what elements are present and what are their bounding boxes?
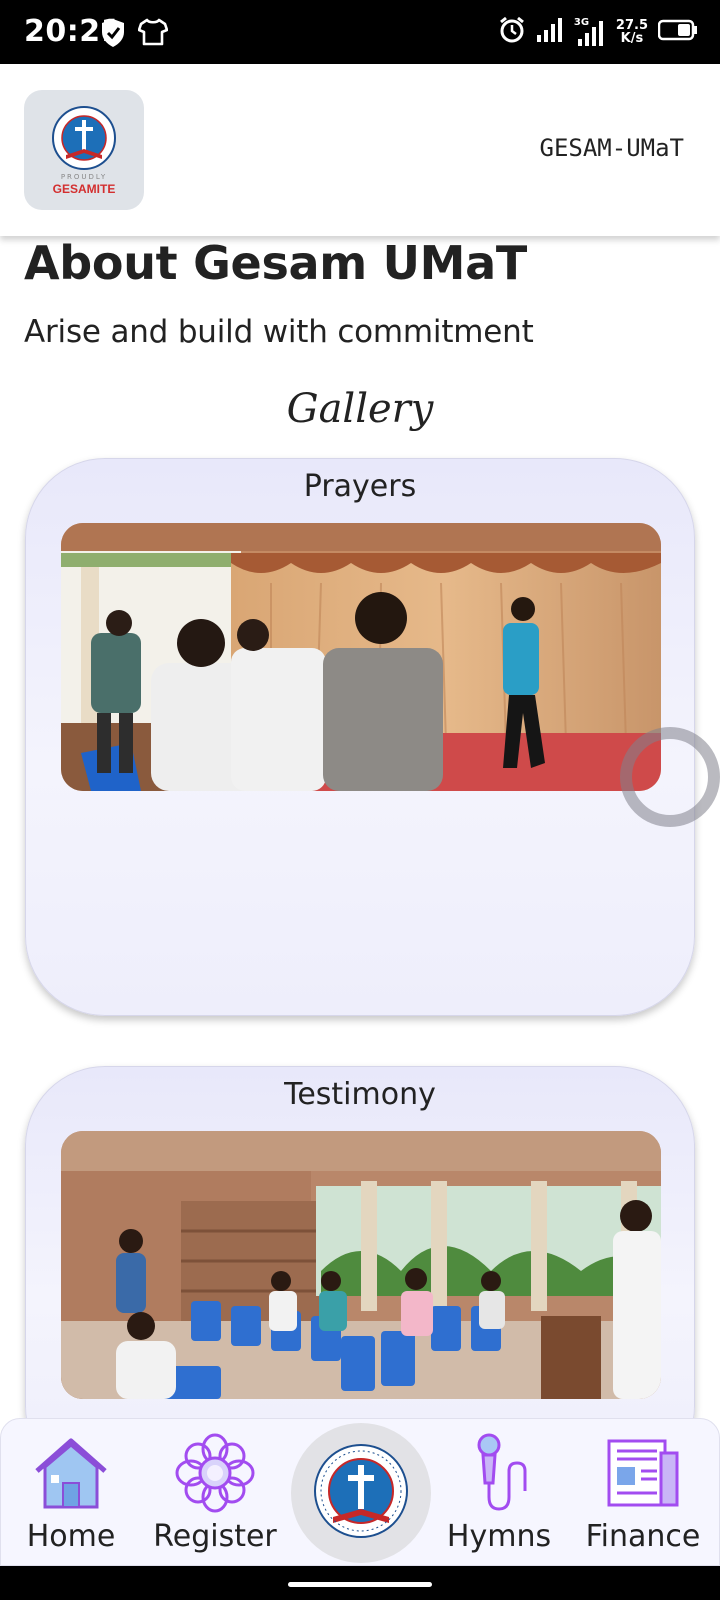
bottom-nav: Home Register Hymns Finance [0, 1418, 720, 1566]
gesam-logo-icon [313, 1443, 409, 1544]
nav-item-finance[interactable]: Finance [573, 1419, 713, 1567]
about-title: About Gesam UMaT [24, 236, 527, 290]
shield-check-icon [100, 18, 126, 53]
nav-label-hymns: Hymns [446, 1519, 552, 1554]
app-bar: PROUDLY GESAMITE GESAM-UMaT [0, 64, 720, 236]
nav-item-register[interactable]: Register [145, 1419, 285, 1567]
network-type-label: 3G [573, 17, 590, 28]
microphone-icon [457, 1431, 541, 1515]
card-title: Testimony [284, 1077, 436, 1112]
gallery-title: Gallery [286, 386, 434, 432]
nav-item-home[interactable]: Home [1, 1419, 141, 1567]
signal-icon [536, 17, 564, 48]
home-gesture-pill[interactable] [288, 1582, 432, 1587]
app-title: GESAM-UMaT [539, 134, 685, 162]
alarm-icon [498, 16, 526, 49]
testimony-photo[interactable] [61, 1131, 661, 1399]
app-logo[interactable]: PROUDLY GESAMITE [24, 90, 144, 210]
touch-indicator [620, 727, 720, 827]
testimony-photo-image [61, 1131, 661, 1399]
prayers-photo[interactable] [61, 523, 661, 791]
signal-3g-icon: 3G [574, 17, 606, 47]
status-right-group: 3G 27.5 K/s [498, 14, 698, 50]
logo-caption: GESAMITE [52, 181, 116, 196]
status-bar: 20:21 3G 27.5 K/s [0, 0, 720, 64]
prayers-photo-image [61, 523, 661, 791]
nav-label-home: Home [26, 1519, 116, 1554]
gallery-card-prayers[interactable]: Prayers [25, 458, 695, 1016]
home-icon [29, 1431, 113, 1515]
logo-caption-top: PROUDLY [60, 172, 108, 181]
newspaper-icon [601, 1431, 685, 1515]
network-speed: 27.5 K/s [616, 19, 648, 45]
tshirt-icon [137, 18, 169, 51]
nav-label-finance: Finance [585, 1519, 701, 1554]
register-flower-icon [173, 1431, 257, 1515]
nav-item-hymns[interactable]: Hymns [429, 1419, 569, 1567]
about-subtitle: Arise and build with commitment [24, 314, 534, 350]
gesam-emblem-icon [52, 105, 116, 170]
system-nav-bar [0, 1566, 720, 1600]
network-speed-unit: K/s [620, 31, 644, 46]
nav-item-gesam-logo[interactable] [291, 1423, 431, 1563]
battery-icon [657, 19, 698, 46]
card-title: Prayers [303, 469, 417, 504]
nav-label-register: Register [153, 1519, 277, 1554]
